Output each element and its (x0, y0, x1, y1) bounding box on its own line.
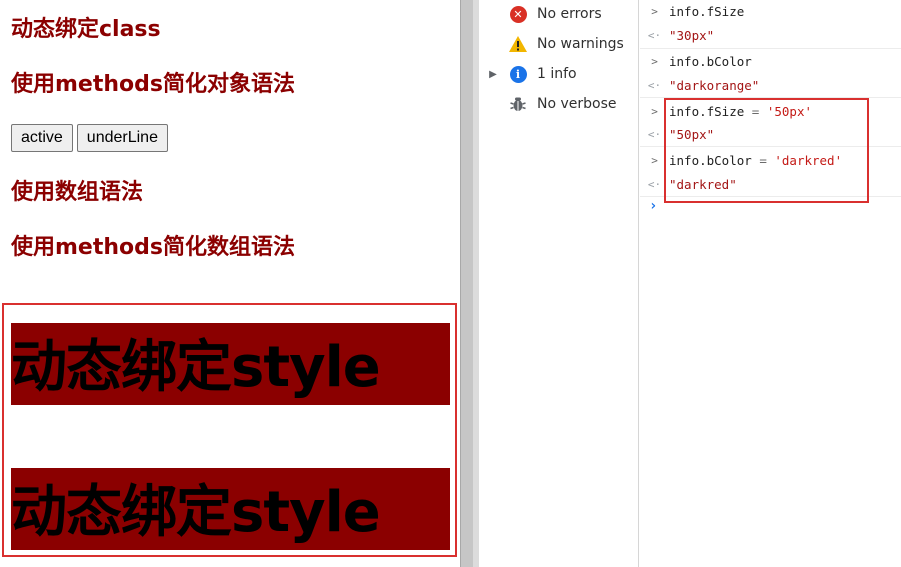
heading-methods-object-syntax: 使用methods简化对象语法 (11, 72, 295, 97)
console-result-row[interactable]: <· "darkorange" (640, 73, 901, 98)
error-icon: ✕ (507, 3, 529, 25)
heading-array-syntax: 使用数组语法 (11, 180, 144, 205)
heading-methods-array-syntax: 使用methods简化数组语法 (11, 235, 295, 260)
style-demo-line-2: 动态绑定style (11, 468, 450, 550)
input-chevron-icon: > (651, 55, 658, 68)
input-chevron-icon: > (651, 5, 658, 18)
result-arrow-icon: <· (647, 79, 662, 92)
console-input-text: info.fSize (669, 4, 745, 19)
result-arrow-icon: <· (647, 29, 662, 42)
page-content: 动态绑定class 使用methods简化对象语法 active underLi… (0, 0, 460, 567)
style-demo-box: 动态绑定style 动态绑定style (2, 303, 457, 557)
sidebar-item-label: No errors (537, 6, 602, 22)
style-demo-line-1: 动态绑定style (11, 323, 450, 405)
console-prompt-icon[interactable]: › (649, 198, 657, 214)
info-icon: i (507, 63, 529, 85)
button-row: active underLine (11, 124, 168, 152)
sidebar-item-info[interactable]: ▶ i 1 info (479, 59, 639, 89)
console-result-text: "30px" (669, 28, 715, 43)
console-input-text: info.bColor (669, 54, 752, 69)
panel-splitter[interactable] (460, 0, 480, 567)
sidebar-item-label: No warnings (537, 36, 624, 52)
sidebar-item-label: No verbose (537, 96, 617, 112)
active-button[interactable]: active (11, 124, 73, 152)
highlight-box (664, 98, 869, 203)
expand-arrow-icon[interactable]: ▶ (479, 69, 507, 80)
console-sidebar: ✕ No errors No warnings ▶ i 1 info No ve… (479, 0, 639, 567)
bug-icon (507, 93, 529, 115)
sidebar-item-warnings[interactable]: No warnings (479, 29, 639, 59)
heading-dynamic-class: 动态绑定class (11, 17, 161, 42)
console-input-row[interactable]: > info.fSize (640, 0, 901, 24)
sidebar-item-errors[interactable]: ✕ No errors (479, 0, 639, 29)
console-result-text: "darkorange" (669, 78, 760, 93)
sidebar-item-verbose[interactable]: No verbose (479, 89, 639, 119)
underline-button[interactable]: underLine (76, 124, 168, 152)
sidebar-item-label: 1 info (537, 66, 577, 82)
console-result-row[interactable]: <· "30px" (640, 23, 901, 48)
console-panel: > info.fSize <· "30px" > info.bColor <· … (640, 0, 901, 567)
warning-icon (507, 33, 529, 55)
console-input-row[interactable]: > info.bColor (640, 49, 901, 74)
